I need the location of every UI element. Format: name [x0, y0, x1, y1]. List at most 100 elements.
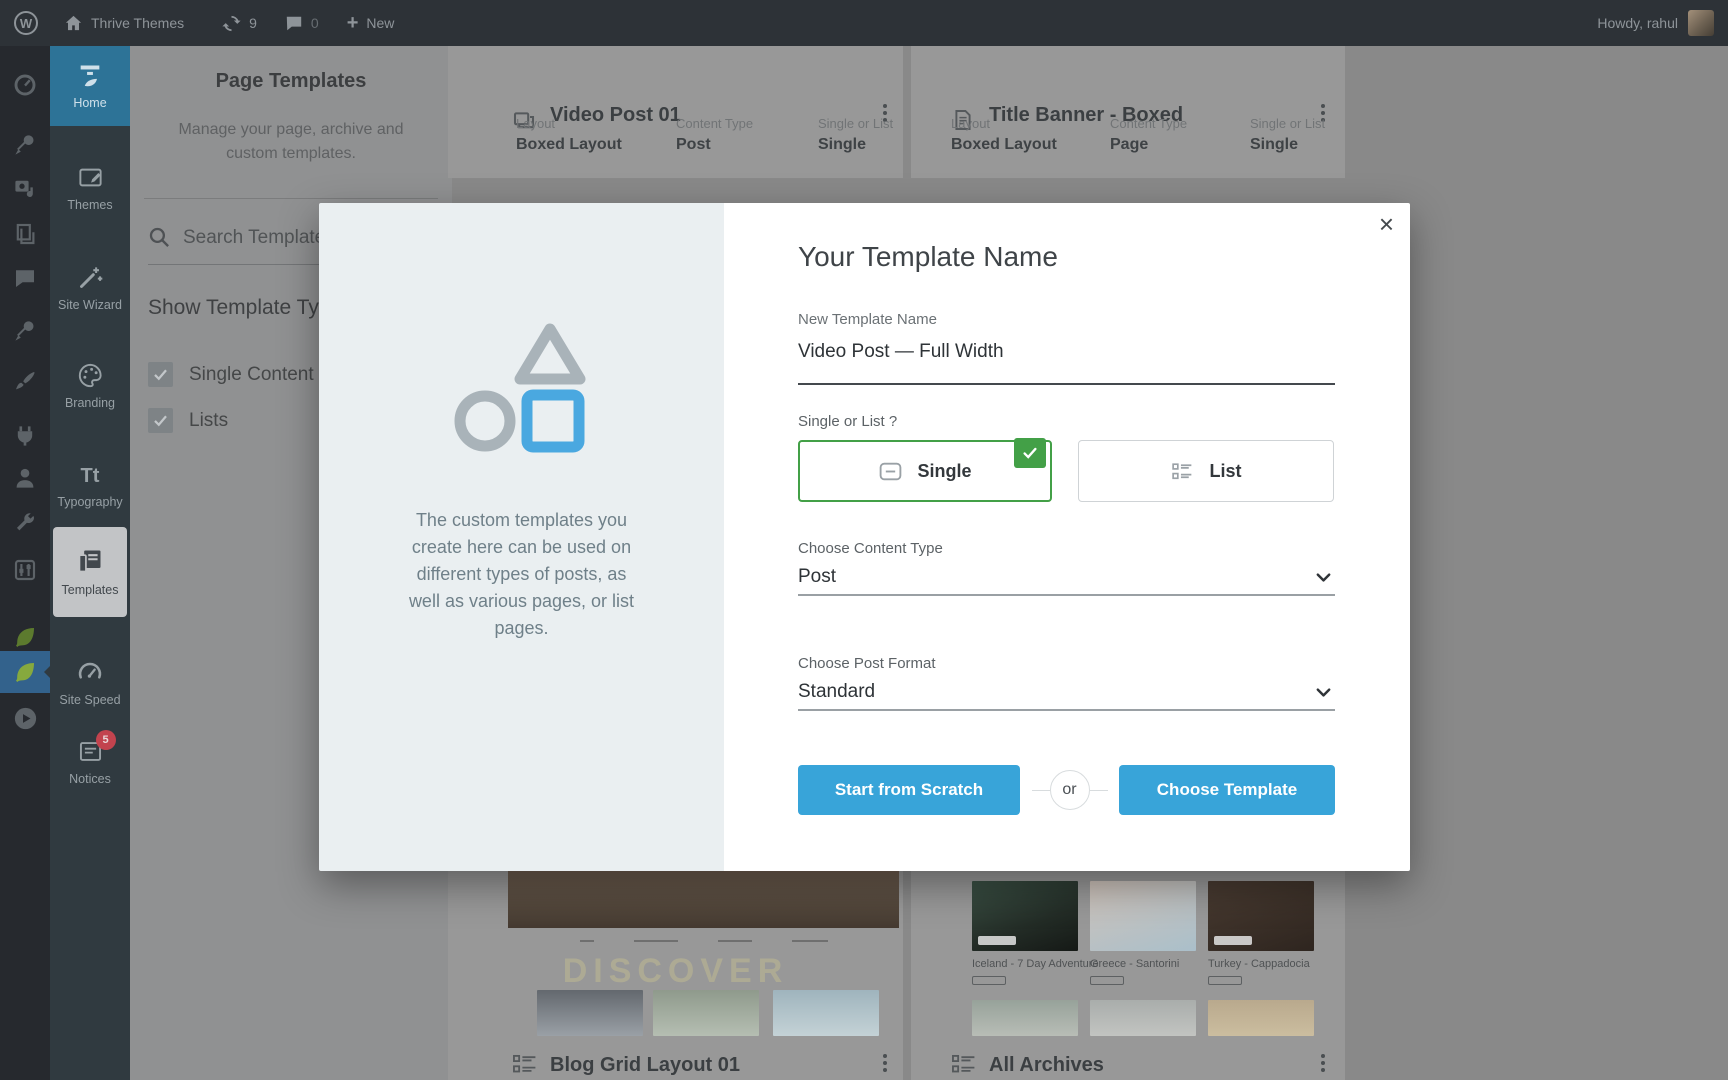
- site-speed-gauge-icon: [76, 658, 104, 686]
- sidebar-item-label: Typography: [57, 495, 122, 509]
- avatar[interactable]: [1688, 10, 1714, 36]
- choose-template-button[interactable]: Choose Template: [1119, 765, 1335, 815]
- card-menu-dots-icon[interactable]: [1321, 1054, 1325, 1072]
- preview-thumbnail: [1090, 1000, 1196, 1036]
- card-title: Blog Grid Layout 01: [550, 1054, 740, 1077]
- preview-caption: Turkey - Cappadocia: [1208, 958, 1310, 970]
- template-card-all-archives[interactable]: Iceland - 7 Day Adventure Greece - Santo…: [911, 860, 1345, 1080]
- video-tutorials-icon[interactable]: [0, 706, 50, 731]
- sidebar-item-label: Home: [73, 96, 106, 110]
- sidebar-item-home[interactable]: Home: [50, 46, 130, 126]
- option-single[interactable]: Single: [798, 440, 1052, 502]
- settings-sliders-icon[interactable]: [0, 558, 50, 582]
- preview-thumbnail: [773, 990, 879, 1036]
- sidebar-item-label: Notices: [69, 772, 111, 786]
- updates-indicator[interactable]: 9: [222, 14, 257, 33]
- blog-preview-nav: [508, 940, 899, 942]
- content-type-value: Post: [798, 566, 1335, 588]
- modal-info-text: The custom templates you create here can…: [401, 507, 643, 642]
- updates-count: 9: [249, 15, 257, 31]
- thrive-leaf-active-icon[interactable]: [0, 651, 50, 693]
- preview-thumbnail: [1090, 881, 1196, 951]
- pushpin-icon[interactable]: [0, 133, 50, 157]
- preview-thumbnail: [653, 990, 759, 1036]
- sidebar-item-typography[interactable]: Tt Typography: [50, 464, 130, 509]
- wordpress-logo-icon[interactable]: W: [14, 11, 38, 35]
- pages-icon[interactable]: [0, 222, 50, 246]
- preview-meta: [1208, 976, 1242, 985]
- sidebar-item-notices[interactable]: 5 Notices: [50, 738, 130, 786]
- typography-icon: Tt: [81, 464, 100, 488]
- site-name-link[interactable]: Thrive Themes: [91, 15, 184, 31]
- field-label: Content Type: [1110, 116, 1187, 131]
- preview-thumbnail: [1208, 1000, 1314, 1036]
- thrive-leaf-icon[interactable]: [0, 625, 50, 649]
- notices-count-badge: 5: [96, 730, 116, 750]
- chevron-down-icon: [1314, 568, 1333, 587]
- wrench-icon[interactable]: [0, 511, 50, 535]
- filter-label: Single Content: [189, 364, 314, 386]
- wp-admin-bar: W Thrive Themes 9 0 + New Howdy, rahul: [0, 0, 1728, 46]
- users-icon[interactable]: [0, 466, 50, 490]
- updates-icon: [222, 14, 241, 33]
- sidebar-item-site-wizard[interactable]: Site Wizard: [50, 264, 130, 312]
- filter-single-content[interactable]: Single Content: [148, 362, 314, 387]
- sidebar-item-themes[interactable]: Themes: [50, 164, 130, 212]
- brush-icon[interactable]: [0, 369, 50, 393]
- wp-admin-sidebar: [0, 46, 50, 1080]
- media-icon[interactable]: [0, 176, 50, 200]
- checkbox-checked-icon[interactable]: [148, 408, 173, 433]
- close-icon[interactable]: ×: [1379, 211, 1394, 237]
- chevron-down-icon: [1314, 683, 1333, 702]
- notices-icon: 5: [77, 738, 104, 765]
- checkbox-checked-icon[interactable]: [148, 362, 173, 387]
- preview-meta: [1090, 976, 1124, 985]
- template-card-video-post[interactable]: Video Post 01 Layout Boxed Layout Conten…: [448, 46, 903, 178]
- single-or-list-label: Single or List ?: [798, 413, 897, 430]
- sidebar-item-site-speed[interactable]: Site Speed: [50, 658, 130, 707]
- field-label: Layout: [951, 116, 1057, 131]
- template-name-input[interactable]: Video Post — Full Width: [798, 341, 1004, 363]
- start-from-scratch-button[interactable]: Start from Scratch: [798, 765, 1020, 815]
- template-card-blog-grid[interactable]: DISCOVER Blog Grid Layout 01: [448, 860, 903, 1080]
- page-title: Page Templates: [130, 70, 452, 93]
- template-name-label: New Template Name: [798, 311, 937, 328]
- blog-preview-headline: DISCOVER: [448, 952, 903, 991]
- templates-icon: [76, 547, 104, 575]
- preview-caption: Greece - Santorini: [1090, 958, 1179, 970]
- dashboard-icon[interactable]: [0, 73, 50, 97]
- post-format-select[interactable]: Standard: [798, 681, 1335, 703]
- modal-title: Your Template Name: [798, 241, 1058, 273]
- plugin-icon[interactable]: [0, 424, 50, 448]
- home-icon[interactable]: [64, 14, 83, 33]
- content-type-label: Choose Content Type: [798, 540, 943, 557]
- thrive-sidebar: Home Themes Site Wizard Branding Tt Typo…: [50, 46, 130, 1080]
- field-label: Single or List: [818, 116, 893, 131]
- post-format-label: Choose Post Format: [798, 655, 936, 672]
- list-icon: [951, 1052, 977, 1078]
- option-list[interactable]: List: [1078, 440, 1334, 502]
- sidebar-item-label: Site Wizard: [58, 298, 122, 312]
- template-name-modal: The custom templates you create here can…: [319, 203, 1410, 871]
- content-type-select[interactable]: Post: [798, 566, 1335, 588]
- sidebar-item-branding[interactable]: Branding: [50, 362, 130, 410]
- plus-icon: +: [347, 13, 359, 33]
- new-menu[interactable]: + New: [347, 13, 395, 33]
- sidebar-item-label: Themes: [67, 198, 112, 212]
- filter-lists[interactable]: Lists: [148, 408, 228, 433]
- post-format-value: Standard: [798, 681, 1335, 703]
- comments-sidebar-icon[interactable]: [0, 266, 50, 290]
- field-value: Boxed Layout: [951, 136, 1057, 154]
- themes-icon: [77, 164, 104, 191]
- pin-icon[interactable]: [0, 319, 50, 343]
- howdy-account-link[interactable]: Howdy, rahul: [1597, 15, 1678, 31]
- card-menu-dots-icon[interactable]: [883, 1054, 887, 1072]
- comments-icon: [285, 14, 303, 32]
- input-underline: [798, 383, 1335, 385]
- sidebar-item-label: Site Speed: [59, 693, 120, 707]
- template-card-title-banner[interactable]: Title Banner - Boxed Layout Boxed Layout…: [911, 46, 1345, 178]
- option-label: Single: [917, 461, 971, 482]
- comments-indicator[interactable]: 0: [285, 14, 319, 32]
- preview-meta: [972, 976, 1006, 985]
- sidebar-item-templates[interactable]: Templates: [53, 527, 127, 617]
